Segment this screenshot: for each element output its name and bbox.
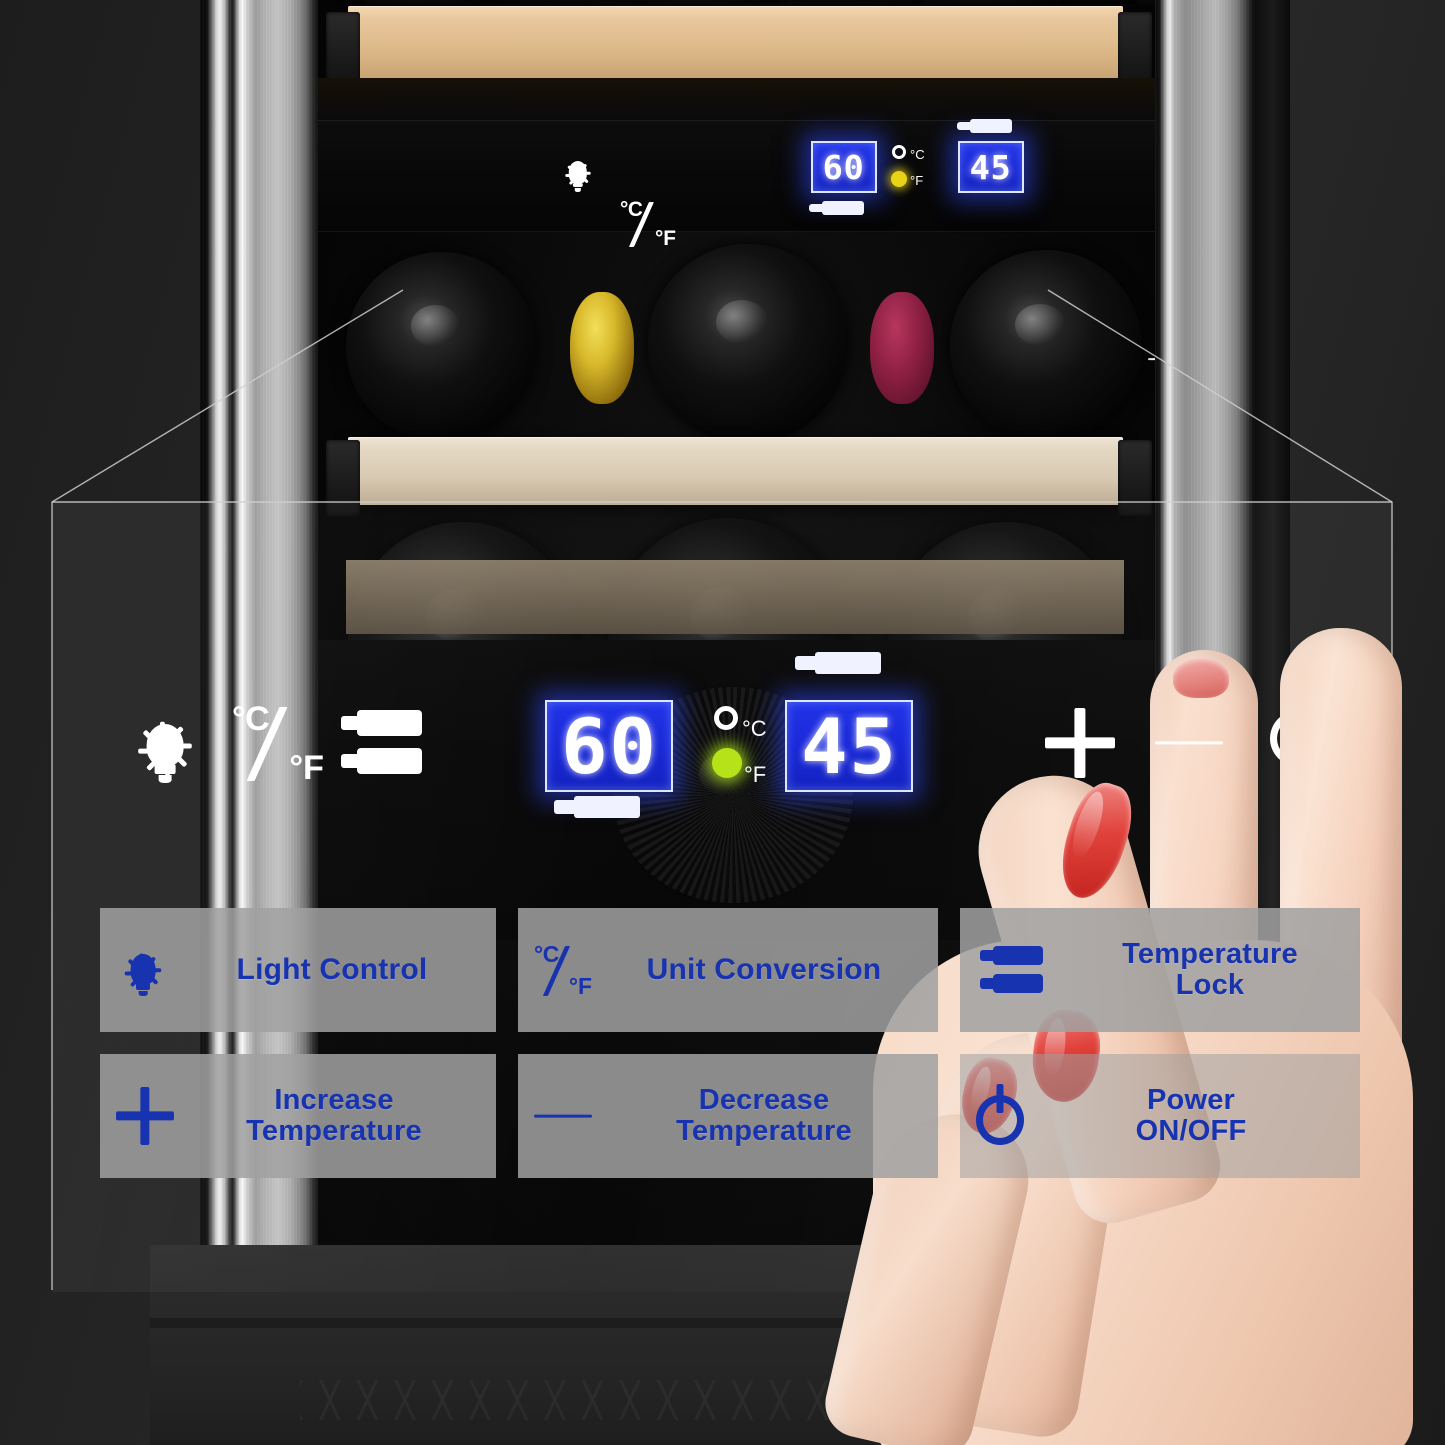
screenshot-root: °C °F 60 °C °F 45 °C °F 60 °C °F 45 Ligh… — [0, 0, 1445, 1445]
temperature-lock-icon[interactable] — [335, 700, 447, 786]
power-icon — [976, 1083, 1024, 1145]
legend-item-decrease-temperature[interactable]: Decrease Temperature — [518, 1054, 938, 1178]
celsius-fahrenheit-icon: °C °F — [534, 941, 592, 999]
legend-item-increase-temperature[interactable]: Increase Temperature — [100, 1054, 496, 1178]
bottle-marker-icon — [554, 796, 640, 818]
legend-item-power-on-off[interactable]: Power ON/OFF — [960, 1054, 1360, 1178]
fahrenheit-indicator-label: °F — [744, 762, 767, 787]
legend-label-line1: Decrease — [698, 1083, 830, 1116]
celsius-indicator-dot — [714, 706, 738, 730]
legend-label-line2: Temperature — [246, 1115, 422, 1147]
fahrenheit-indicator-dot — [712, 748, 742, 778]
legend-item-light-control[interactable]: Light Control — [100, 908, 496, 1032]
light-bulb-icon — [116, 937, 170, 1003]
legend-item-temperature-lock[interactable]: Temperature Lock — [960, 908, 1360, 1032]
legend-label-line2: Lock — [1175, 969, 1245, 1001]
plus-icon — [116, 1087, 174, 1145]
display-left-large-value: 60 — [560, 701, 658, 791]
legend-item-unit-conversion[interactable]: °C °F Unit Conversion — [518, 908, 938, 1032]
celsius-label: °C — [232, 700, 270, 738]
legend-grid: Light Control °C °F Unit Conversion Temp… — [100, 908, 1360, 1200]
legend-label-line1: Power — [1146, 1083, 1236, 1116]
legend-label-line1: Increase — [274, 1083, 394, 1116]
minus-icon — [534, 1108, 592, 1124]
legend-label: Unit Conversion — [646, 952, 882, 986]
fingernail — [1173, 658, 1229, 698]
legend-label: Light Control — [236, 952, 428, 986]
fahrenheit-label: °F — [568, 973, 592, 1000]
celsius-indicator-label: °C — [742, 716, 767, 741]
legend-label-line2: Temperature — [676, 1115, 852, 1147]
celsius-fahrenheit-icon[interactable]: °C °F — [232, 700, 324, 787]
legend-label-line1: Temperature — [1122, 937, 1298, 970]
fahrenheit-label: °F — [289, 748, 324, 787]
celsius-label: °C — [534, 941, 559, 967]
display-left-large: 60 — [545, 700, 673, 792]
unit-indicator-large: °C °F — [712, 700, 792, 798]
legend-label-line2: ON/OFF — [1135, 1115, 1247, 1147]
light-bulb-icon[interactable] — [125, 700, 205, 792]
minus-icon[interactable] — [1155, 734, 1223, 752]
temperature-lock-icon — [976, 938, 1062, 1002]
